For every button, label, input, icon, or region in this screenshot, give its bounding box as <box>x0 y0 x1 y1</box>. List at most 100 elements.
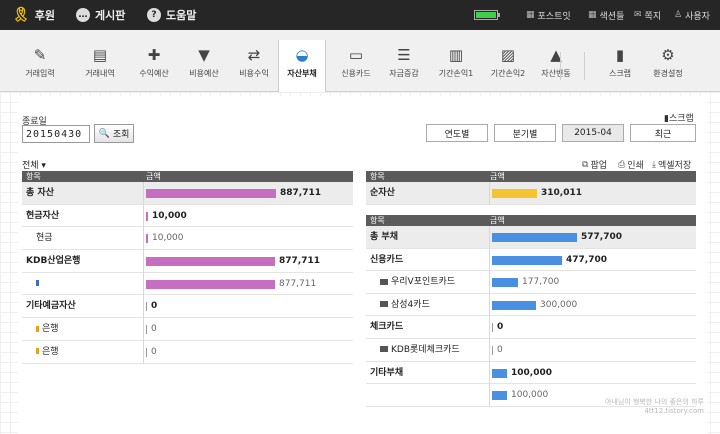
liability-row[interactable]: 총 부채 577,700 <box>366 226 696 249</box>
asset-amount-bar <box>146 211 148 221</box>
board-link[interactable]: … 게시판 <box>76 0 125 30</box>
period-month-button[interactable]: 2015-04 <box>562 124 624 142</box>
cell-divider <box>143 318 144 341</box>
asset-row[interactable]: 은행 0 <box>22 340 353 364</box>
asset-row-name: 현금 <box>36 227 53 250</box>
end-date-input[interactable] <box>22 125 90 143</box>
cell-divider <box>489 271 490 294</box>
cell-divider <box>489 226 490 249</box>
liability-amount: 477,700 <box>566 254 607 265</box>
toolbar-icon-5: ⇄ <box>247 46 261 64</box>
toolbar-item-13[interactable]: ⚙ 환경설정 <box>644 46 692 86</box>
cell-divider <box>489 338 490 362</box>
cell-divider <box>143 272 144 296</box>
period-yearly-label: 연도별 <box>444 129 470 140</box>
toolbar-item-4[interactable]: ▼ 비용예산 <box>180 46 228 86</box>
all-dropdown[interactable]: 전체 ▾ <box>22 158 46 171</box>
donation-link[interactable]: 🎗 후원 <box>12 0 55 30</box>
cell-divider <box>489 316 490 339</box>
postit-icon: ▦ <box>526 10 535 20</box>
period-recent-button[interactable]: 최근 <box>630 124 696 142</box>
postit-link[interactable]: ▦ 포스트잇 <box>526 0 571 30</box>
cell-divider <box>143 182 144 205</box>
liability-row-label: KDB롯데체크카드 <box>391 344 460 355</box>
liability-amount-bar <box>492 255 562 265</box>
print-button[interactable]: ⎙ 인쇄 <box>618 158 644 172</box>
toolbar-label-7: 신용카드 <box>341 69 371 78</box>
period-quarterly-button[interactable]: 분기별 <box>494 124 556 142</box>
toolbar-label-2: 거래내역 <box>85 69 115 78</box>
asset-row[interactable]: 총 자산 887,711 <box>22 182 353 205</box>
note-link[interactable]: ✉ 쪽지 <box>634 0 661 30</box>
asset-amount-bar <box>146 234 148 244</box>
excel-save-button[interactable]: ⤓ 엑셀저장 <box>652 158 692 172</box>
asset-row[interactable]: 877,711 <box>22 272 353 296</box>
user-icon: ♙ <box>674 10 683 20</box>
liability-amount-bar <box>492 323 493 333</box>
liability-row[interactable]: 기타부채 100,000 <box>366 361 696 385</box>
toolbar-icon-4: ▼ <box>198 46 210 64</box>
liability-row[interactable]: 우리V포인트카드 177,700 <box>366 271 696 294</box>
magnifier-icon: 🔍 <box>98 128 110 139</box>
liability-row[interactable]: KDB롯데체크카드 0 <box>366 338 696 362</box>
asset-row-name: 총 자산 <box>26 182 54 205</box>
cell-divider <box>143 204 144 228</box>
toolbar-item-10[interactable]: ▨ 기간손익2 <box>484 46 532 86</box>
watermark-line1: 아내님이 행복한 나의 좋은의 하루 <box>604 398 704 406</box>
assets-table-header: 항목 금액 <box>22 171 353 182</box>
top-bar: 🎗 후원 … 게시판 ? 도움말 ▦ 포스트잇 ▦ 색션들 ✉ 쪽지 ♙ 사용자 <box>0 0 720 30</box>
liability-row-label: 신용카드 <box>370 254 404 265</box>
toolbar-label-11: 자산변동 <box>541 69 571 78</box>
toolbar-item-9[interactable]: ▥ 기간손익1 <box>432 46 480 86</box>
asset-row-name <box>36 273 42 296</box>
toolbar-item-7[interactable]: ▭ 신용카드 <box>332 46 380 86</box>
asset-amount-bar <box>146 257 275 267</box>
scrap-label: 스크랩 <box>668 114 694 124</box>
cell-divider <box>489 361 490 385</box>
asset-row-label: 총 자산 <box>26 188 54 198</box>
card-icon <box>380 346 388 353</box>
period-yearly-button[interactable]: 연도별 <box>426 124 488 142</box>
asset-row[interactable]: 기타예금자산 0 <box>22 295 353 319</box>
toolbar-item-1[interactable]: ✎ 거래입력 <box>16 46 64 86</box>
liability-row-name: 우리V포인트카드 <box>380 271 455 294</box>
liability-amount-bar <box>492 278 518 288</box>
asset-row[interactable]: KDB산업은행 877,711 <box>22 250 353 273</box>
toolbar-label-4: 비용예산 <box>189 69 219 78</box>
toolbar-item-6[interactable]: ◒ 자산부채 <box>278 40 326 92</box>
asset-row-label: KDB산업은행 <box>26 256 81 267</box>
toolbar-icon-11: ▲ <box>550 46 562 64</box>
asset-amount: 10,000 <box>152 210 187 221</box>
liability-row[interactable]: 신용카드 477,700 <box>366 248 696 272</box>
card-icon <box>380 301 388 308</box>
liability-row[interactable]: 체크카드 0 <box>366 316 696 339</box>
toolbar-item-3[interactable]: ✚ 수익예산 <box>130 46 178 86</box>
cell-divider <box>143 227 144 251</box>
question-icon: ? <box>147 8 161 22</box>
net-amount-bar <box>492 189 537 198</box>
asset-row-label: 현금 <box>36 233 53 244</box>
board-label: 게시판 <box>95 9 126 22</box>
scrap-link[interactable]: ▮스크랩 <box>664 111 694 124</box>
user-link[interactable]: ♙ 사용자 <box>674 0 710 30</box>
toolbar-item-11[interactable]: ▲ 자산변동 <box>532 46 580 86</box>
popup-button[interactable]: ⧉ 팝업 <box>582 158 607 172</box>
toolbar-item-12[interactable]: ▮ 스크랩 <box>596 46 644 86</box>
liability-row[interactable]: 삼성4카드 300,000 <box>366 293 696 317</box>
asset-amount-bar <box>146 302 147 312</box>
asset-row[interactable]: 현금 10,000 <box>22 227 353 251</box>
net-row[interactable]: 순자산 310,011 <box>366 182 696 205</box>
asset-row[interactable]: 현금자산 10,000 <box>22 204 353 228</box>
print-label: 인쇄 <box>627 161 644 171</box>
search-button[interactable]: 🔍 조회 <box>94 124 134 143</box>
help-link[interactable]: ? 도움말 <box>147 0 196 30</box>
toolbar-item-2[interactable]: ▤ 거래내역 <box>76 46 124 86</box>
excel-save-label: 엑셀저장 <box>657 161 692 171</box>
watermark-line2: 4tt12.tistory.com <box>644 407 704 415</box>
liability-amount: 177,700 <box>522 277 560 288</box>
asset-row[interactable]: 은행 0 <box>22 318 353 341</box>
colorset-link[interactable]: ▦ 색션들 <box>588 0 624 30</box>
asset-row-name: 은행 <box>36 318 59 341</box>
toolbar-item-8[interactable]: ☰ 자금증감 <box>380 46 428 86</box>
toolbar-item-5[interactable]: ⇄ 비용수익 <box>230 46 278 86</box>
